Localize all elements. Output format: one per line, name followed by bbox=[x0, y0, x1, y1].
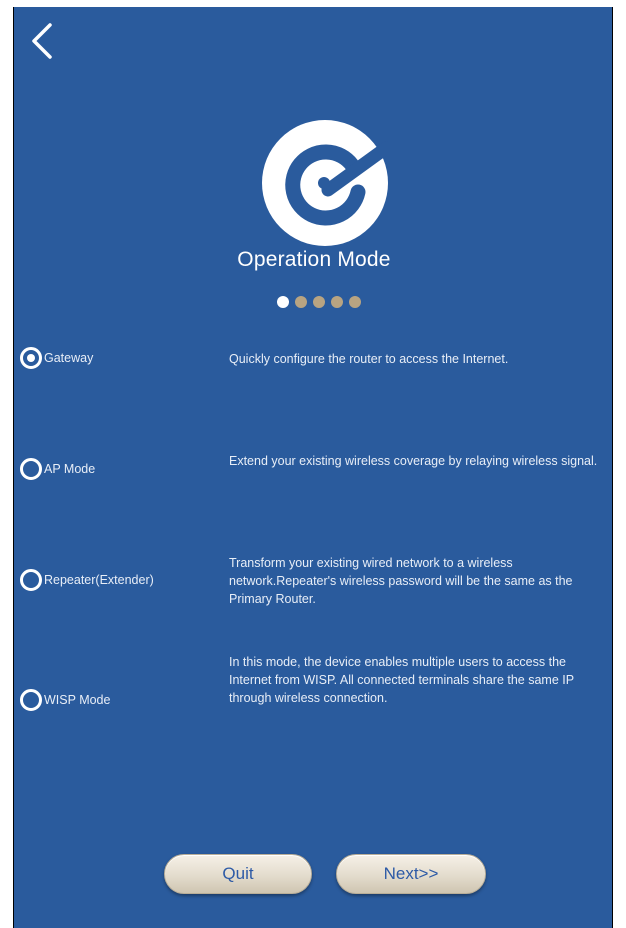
step-dot-2 bbox=[295, 296, 307, 308]
ap-radio-option[interactable]: AP Mode bbox=[20, 458, 95, 480]
back-button[interactable] bbox=[24, 19, 64, 63]
repeater-radio-option[interactable]: Repeater(Extender) bbox=[20, 569, 154, 591]
repeater-description: Transform your existing wired network to… bbox=[229, 556, 573, 606]
gateway-description: Quickly configure the router to access t… bbox=[229, 352, 509, 366]
wisp-description: In this mode, the device enables multipl… bbox=[229, 655, 574, 705]
page-title: Operation Mode bbox=[237, 248, 391, 271]
step-dot-4 bbox=[331, 296, 343, 308]
wisp-label: WISP Mode bbox=[44, 693, 111, 707]
ap-radio-button[interactable] bbox=[20, 458, 42, 480]
repeater-label: Repeater(Extender) bbox=[44, 573, 154, 587]
gateway-label: Gateway bbox=[44, 351, 94, 365]
step-indicator bbox=[14, 296, 612, 308]
gateway-radio-option[interactable]: Gateway bbox=[20, 347, 93, 369]
step-dot-5 bbox=[349, 296, 361, 308]
next-button[interactable]: Next>> bbox=[336, 854, 486, 894]
step-dot-1 bbox=[277, 296, 289, 308]
wisp-radio-button[interactable] bbox=[20, 689, 42, 711]
router-logo-icon bbox=[262, 120, 388, 246]
ap-description: Extend your existing wireless coverage b… bbox=[229, 454, 598, 468]
quit-button[interactable]: Quit bbox=[164, 854, 312, 894]
gateway-radio-button[interactable] bbox=[20, 347, 42, 369]
setup-screen: Operation Mode Gateway Quickly configure… bbox=[13, 7, 613, 928]
ap-label: AP Mode bbox=[44, 462, 96, 476]
step-dot-3 bbox=[313, 296, 325, 308]
chevron-left-icon bbox=[32, 23, 52, 59]
wisp-radio-option[interactable]: WISP Mode bbox=[20, 689, 110, 711]
repeater-radio-button[interactable] bbox=[20, 569, 42, 591]
